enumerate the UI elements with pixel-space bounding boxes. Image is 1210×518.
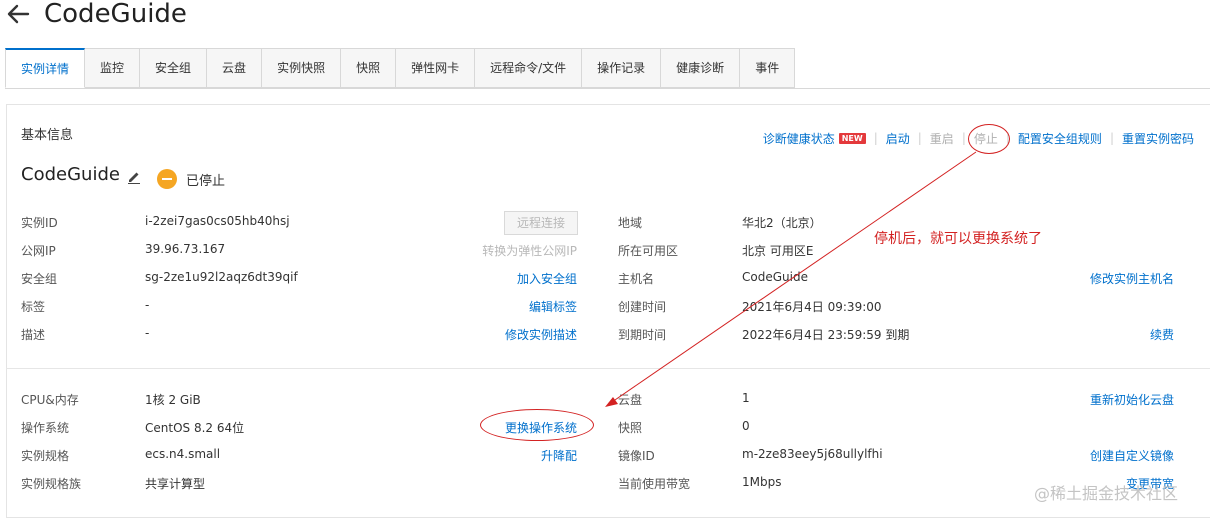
annotation-arrow-icon — [605, 151, 977, 407]
watermark: @稀土掘金技术社区 — [1034, 484, 1179, 503]
